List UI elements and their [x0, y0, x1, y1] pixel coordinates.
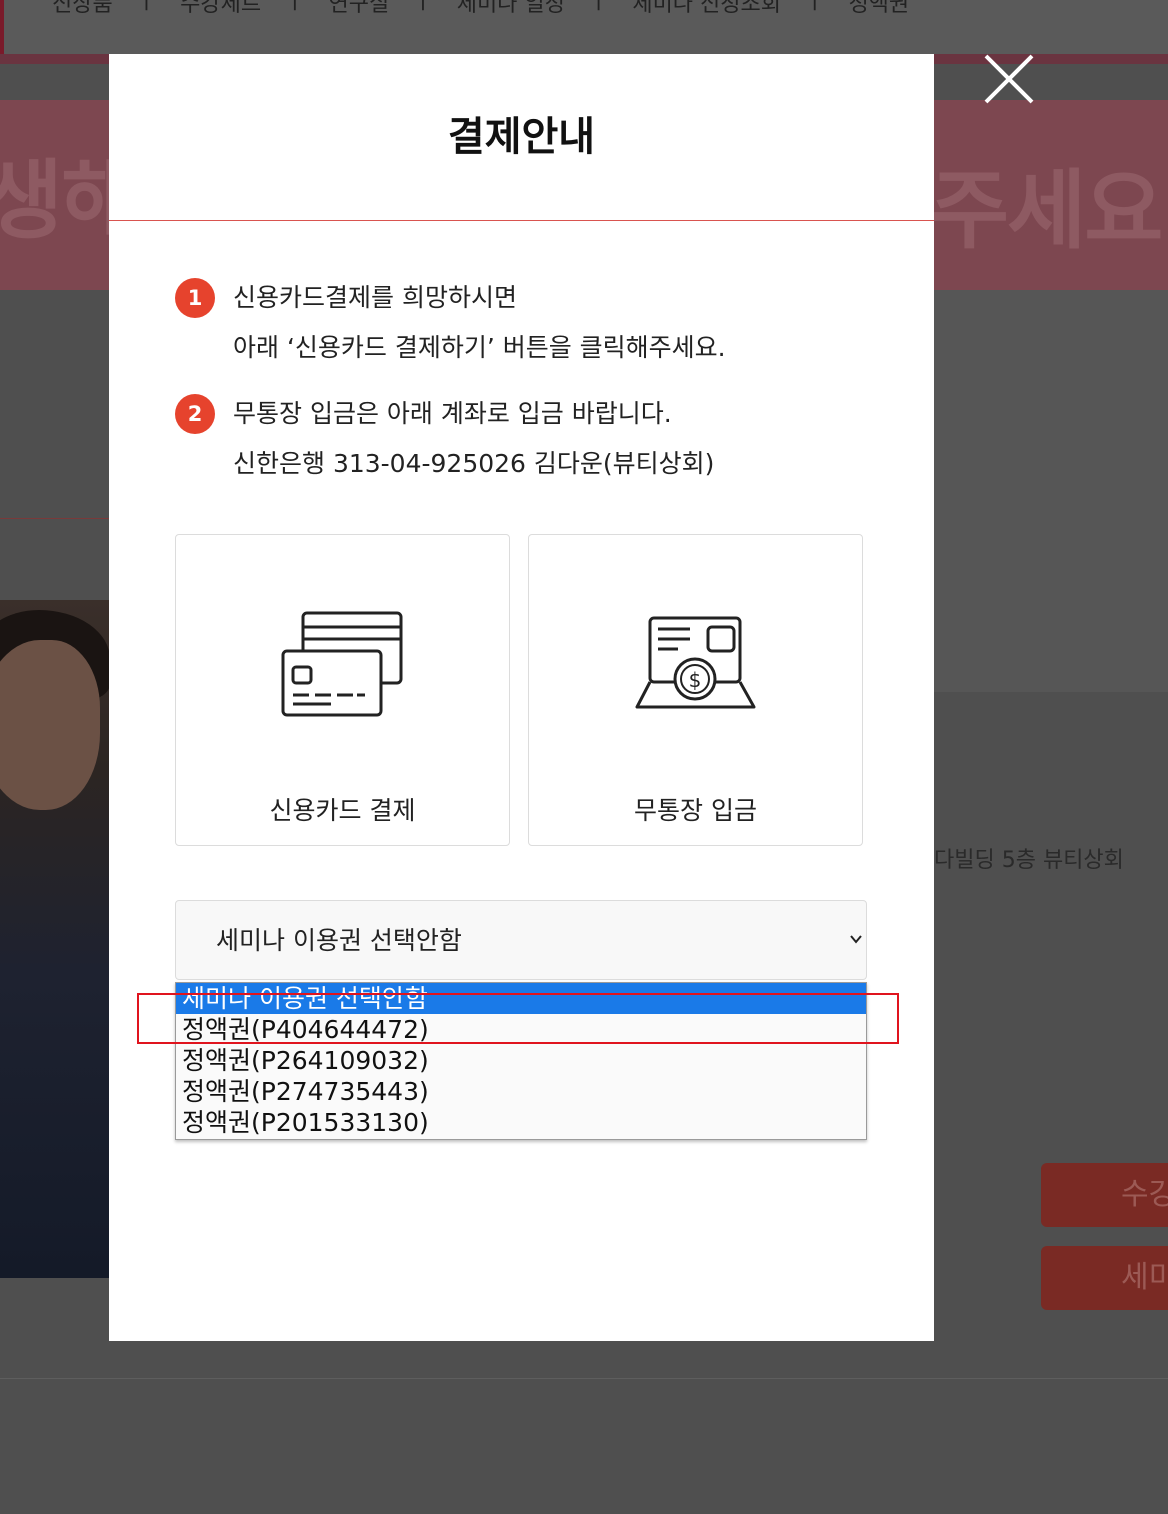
- laptop-money-icon: $: [635, 616, 755, 709]
- step-1-line-1: 신용카드결제를 희망하시면: [233, 283, 517, 312]
- nav-item-seminar-schedule[interactable]: 세미나 일정: [457, 0, 565, 18]
- voucher-option-p404644472[interactable]: 정액권(P404644472): [176, 1014, 866, 1045]
- credit-card-payment-label: 신용카드 결제: [269, 796, 416, 825]
- payment-guide-modal: 결제안내 1 신용카드결제를 희망하시면 아래 ‘신용카드 결제하기’ 버튼을 …: [109, 54, 934, 1341]
- step-2-line-1: 무통장 입금은 아래 계좌로 입금 바랍니다.: [233, 399, 672, 428]
- voucher-option-none[interactable]: 세미나 이용권 선택안함: [176, 983, 866, 1014]
- nav-item-course-set[interactable]: 수강세트: [180, 0, 261, 18]
- step-2-number-badge: 2: [175, 394, 215, 434]
- background-bottom-divider: [0, 1378, 1168, 1379]
- voucher-option-p274735443[interactable]: 정액권(P274735443): [176, 1076, 866, 1107]
- step-1-number-badge: 1: [175, 278, 215, 318]
- voucher-option-p201533130[interactable]: 정액권(P201533130): [176, 1107, 866, 1138]
- seminar-voucher-select[interactable]: 세미나 이용권 선택안함: [175, 900, 867, 980]
- nav-item-voucher[interactable]: 정액권: [848, 0, 909, 18]
- voucher-option-p264109032[interactable]: 정액권(P264109032): [176, 1045, 866, 1076]
- credit-card-payment-button[interactable]: 신용카드 결제: [175, 534, 510, 846]
- nav-accent-bar: [0, 0, 4, 54]
- background-course-button[interactable]: 수강: [1041, 1163, 1168, 1227]
- nav-item-new[interactable]: 신상품: [52, 0, 113, 18]
- svg-text:$: $: [688, 668, 701, 692]
- modal-title: 결제안내: [447, 114, 596, 160]
- step-1-line-2: 아래 ‘신용카드 결제하기’ 버튼을 클릭해주세요.: [233, 333, 726, 362]
- step-2-bank-account: 신한은행 313-04-925026 김다운(뷰티상회): [233, 449, 715, 478]
- background-nav-items: 신상품 | 수강세트 | 연구실 | 세미나 일정 | 세미나 신청조회 | 정…: [52, 0, 909, 18]
- background-seminar-button[interactable]: 세미: [1041, 1246, 1168, 1310]
- modal-close-button[interactable]: [978, 50, 1038, 110]
- modal-title-divider: [109, 220, 934, 221]
- seminar-voucher-selected-value: 세미나 이용권 선택안함: [216, 926, 462, 955]
- nav-item-seminar-inquiry[interactable]: 세미나 신청조회: [632, 0, 781, 18]
- close-icon: [984, 54, 1034, 104]
- instructor-photo: [0, 600, 110, 1278]
- background-address-text: 다빌딩 5층 뷰티상회: [934, 848, 1124, 873]
- credit-card-icon: [281, 611, 402, 717]
- background-top-nav: 신상품 | 수강세트 | 연구실 | 세미나 일정 | 세미나 신청조회 | 정…: [0, 0, 1168, 54]
- nav-item-lab[interactable]: 연구실: [329, 0, 390, 18]
- background-hero-text-right: 주세요: [930, 161, 1163, 261]
- seminar-voucher-dropdown-list: 세미나 이용권 선택안함 정액권(P404644472) 정액권(P264109…: [175, 982, 867, 1140]
- chevron-down-icon: [850, 935, 862, 944]
- bank-transfer-button[interactable]: $ 무통장 입금: [528, 534, 863, 846]
- bank-transfer-label: 무통장 입금: [634, 796, 757, 825]
- background-panel: [934, 290, 1168, 692]
